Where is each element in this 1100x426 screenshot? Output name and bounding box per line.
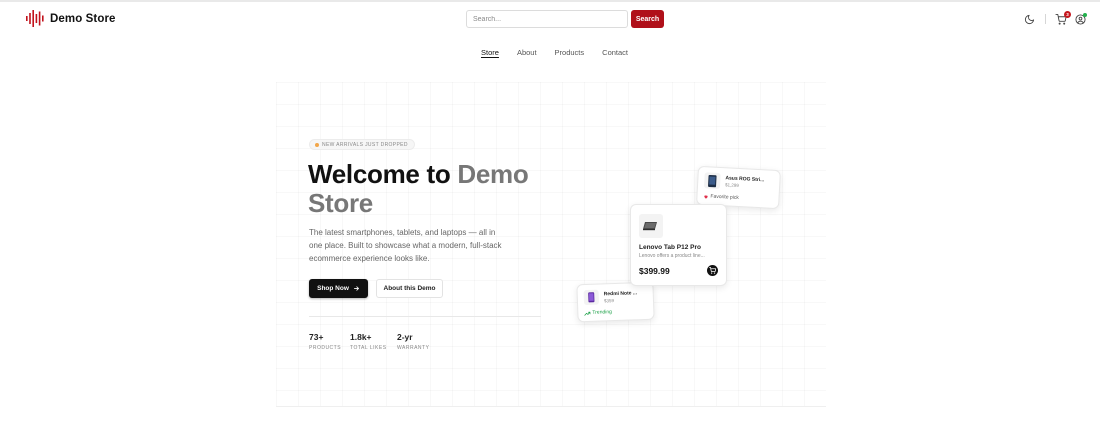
- tablet-icon: [643, 222, 657, 231]
- nav-contact[interactable]: Contact: [602, 48, 628, 57]
- product-price: $1,299: [724, 182, 740, 189]
- product-name: Lenovo Tab P12 Pro: [639, 244, 702, 251]
- product-tag-label: Favorite pick: [710, 193, 739, 202]
- heart-icon: [704, 194, 708, 199]
- product-tag: Favorite pick: [703, 193, 739, 201]
- cart-icon: [709, 267, 716, 274]
- product-card-asus[interactable]: Asus ROG Stri... $1,299 Favorite pick: [696, 165, 781, 210]
- online-status-dot: [1083, 12, 1087, 17]
- stat-label: WARRANTY: [397, 345, 430, 351]
- search-bar: Search: [466, 10, 664, 28]
- product-description: Lenovo offers a product line...: [639, 253, 705, 259]
- main-nav: Store About Products Contact: [481, 48, 628, 57]
- search-button[interactable]: Search: [631, 10, 664, 28]
- product-card-redmi[interactable]: Redmi Note ... $359 Trending: [576, 281, 655, 323]
- featured-product-card[interactable]: Lenovo Tab P12 Pro Lenovo offers a produ…: [630, 204, 727, 286]
- cart-button[interactable]: 3: [1055, 10, 1071, 25]
- product-name: Redmi Note ...: [603, 290, 638, 298]
- badge-dot: [315, 142, 319, 147]
- nav-store[interactable]: Store: [481, 48, 499, 57]
- stats-divider: [309, 316, 541, 317]
- moon-icon[interactable]: [1024, 14, 1035, 25]
- add-to-cart-button[interactable]: [707, 265, 718, 276]
- phone-icon: [588, 292, 595, 303]
- stat-products: 73+ PRODUCTS: [309, 332, 341, 351]
- account-button[interactable]: [1075, 12, 1087, 25]
- product-price: $359: [603, 298, 615, 304]
- nav-products[interactable]: Products: [555, 48, 585, 57]
- stat-value: 2-yr: [397, 332, 413, 342]
- hero-title: Welcome to Demo Store: [308, 160, 558, 218]
- laptop-icon: [708, 174, 717, 187]
- stat-value: 73+: [309, 332, 324, 342]
- new-arrivals-badge: NEW ARRIVALS JUST DROPPED: [309, 139, 415, 150]
- product-price: $399.99: [639, 266, 670, 276]
- about-demo-button[interactable]: About this Demo: [376, 279, 443, 298]
- search-input[interactable]: [466, 10, 628, 28]
- badge-text: NEW ARRIVALS JUST DROPPED: [322, 141, 408, 148]
- hero-title-main: Welcome to: [308, 159, 458, 189]
- stat-value: 1.8k+: [350, 332, 372, 342]
- top-border: [0, 0, 1100, 2]
- product-thumb: [583, 289, 600, 306]
- product-thumb: [639, 214, 663, 238]
- trending-up-icon: [584, 311, 591, 316]
- stat-warranty: 2-yr WARRANTY: [397, 332, 429, 351]
- product-tag: Trending: [584, 309, 612, 316]
- stat-label: TOTAL LIKES: [350, 345, 387, 351]
- product-tag-label: Trending: [592, 309, 613, 316]
- cart-count-badge: 3: [1064, 10, 1071, 18]
- nav-about[interactable]: About: [517, 48, 537, 57]
- brand-name: Demo Store: [50, 12, 116, 25]
- soundwave-logo-icon: [26, 10, 44, 27]
- product-thumb: [703, 172, 721, 190]
- hero-description: The latest smartphones, tablets, and lap…: [309, 228, 502, 263]
- shop-now-label: Shop Now: [317, 285, 349, 292]
- header-divider: [1045, 14, 1046, 24]
- arrow-right-icon: [353, 286, 359, 291]
- hero-bottom-border: [276, 406, 826, 407]
- stat-likes: 1.8k+ TOTAL LIKES: [350, 332, 387, 351]
- header-actions: 3: [1024, 10, 1087, 27]
- shop-now-button[interactable]: Shop Now: [309, 279, 368, 298]
- stat-label: PRODUCTS: [309, 345, 342, 351]
- brand-logo[interactable]: Demo Store: [26, 10, 116, 27]
